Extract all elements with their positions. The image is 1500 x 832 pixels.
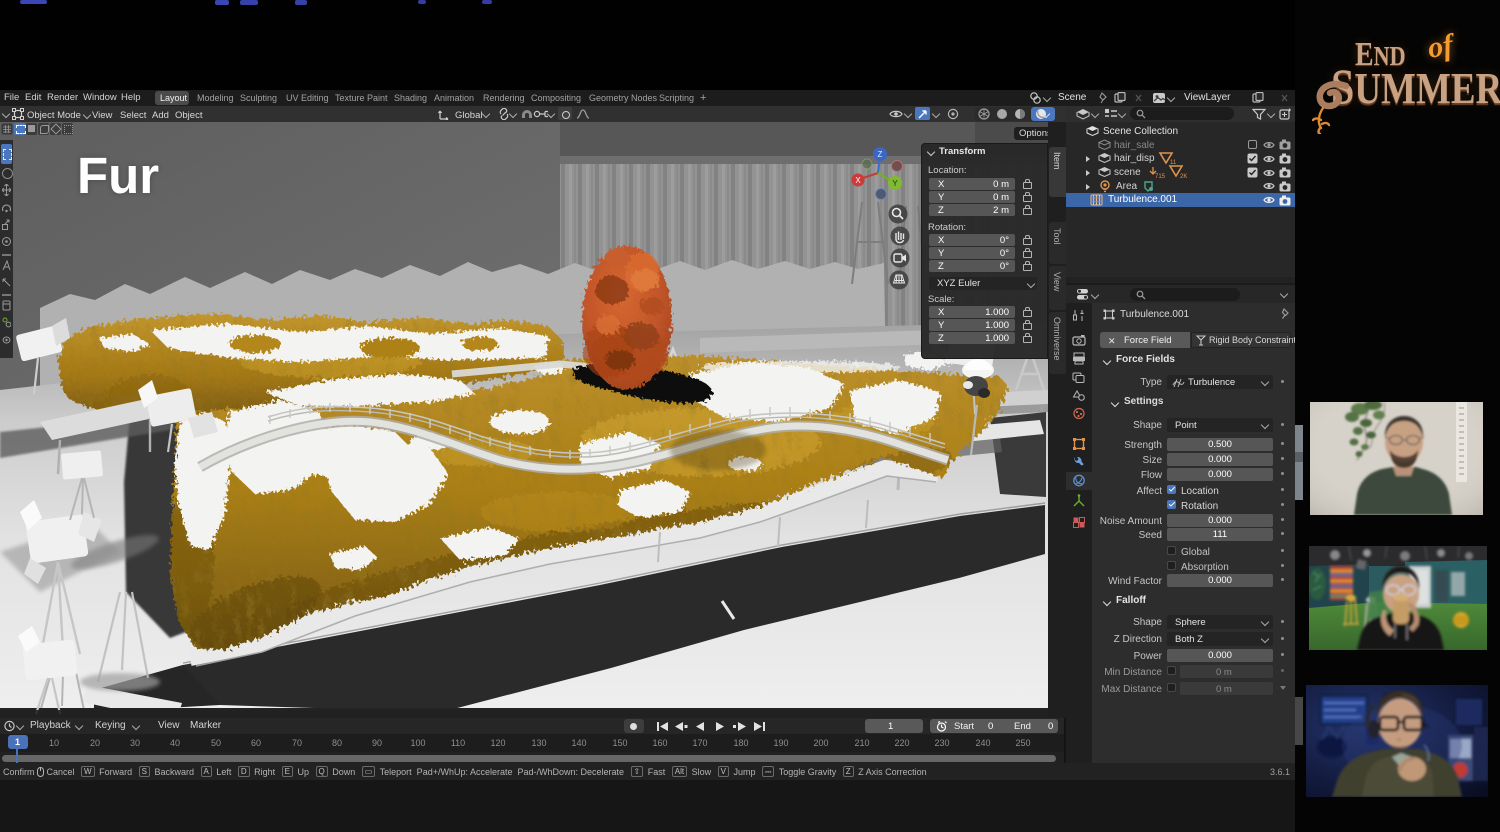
svg-text:Y: Y [892,179,898,188]
svg-text:X: X [855,176,861,185]
svg-text:715: 715 [1155,174,1166,179]
svg-text:2K: 2K [1180,174,1187,179]
svg-text:Z: Z [878,150,883,159]
